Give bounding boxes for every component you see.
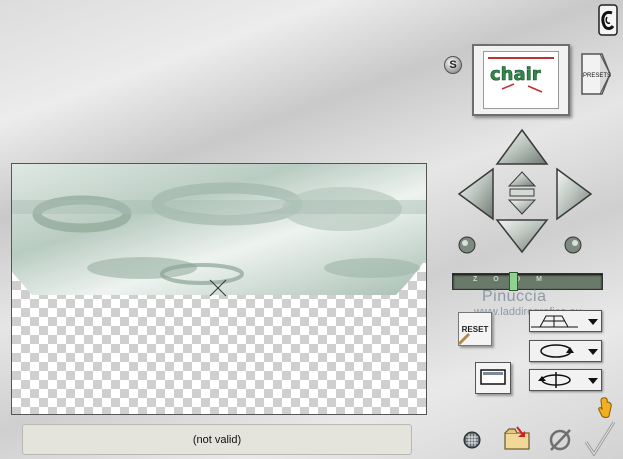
perspective-grid-icon — [531, 315, 598, 328]
arrow-up-icon — [495, 128, 549, 165]
flip-icon — [538, 372, 598, 388]
preview-toggle-button[interactable] — [475, 362, 511, 394]
grid-toggle-icon[interactable] — [463, 431, 481, 449]
nudge-down-icon — [507, 199, 537, 215]
ok-check-icon[interactable] — [582, 420, 616, 456]
nudge-up-icon — [507, 171, 537, 187]
rotate-left-icon[interactable] — [457, 235, 477, 255]
watermark-name: Pinuccia — [482, 288, 547, 305]
arrow-right-icon — [556, 167, 593, 221]
arrow-down-icon — [495, 219, 549, 254]
preset-preview-text: chair — [490, 64, 541, 85]
arrow-left-icon — [457, 167, 494, 221]
flip-dropdown[interactable] — [529, 369, 602, 391]
cancel-icon[interactable] — [546, 426, 574, 454]
preset-preview-image[interactable]: chair — [483, 51, 559, 109]
perspective-dropdown[interactable] — [529, 310, 602, 332]
eye-candy-logo-icon — [598, 4, 618, 36]
rotate-dropdown[interactable] — [529, 340, 602, 362]
presets-button[interactable]: PRESETS — [580, 52, 612, 96]
preview-image — [12, 164, 426, 297]
status-text: (not valid) — [192, 433, 242, 446]
reset-brush-icon — [457, 332, 471, 346]
rotate-icon — [540, 344, 598, 358]
zoom-label: ZOOM — [473, 276, 581, 283]
preview-window-icon — [480, 369, 506, 385]
side-toggle-button[interactable]: S — [444, 56, 462, 74]
preview-canvas[interactable] — [11, 163, 427, 415]
preset-thumbnail-icon: chair — [488, 57, 554, 93]
rotate-right-icon[interactable] — [563, 235, 583, 255]
open-folder-icon[interactable] — [503, 425, 531, 451]
help-hand-icon[interactable] — [595, 396, 615, 420]
presets-label: PRESETS — [583, 73, 611, 79]
status-bar: (not valid) — [22, 424, 412, 455]
